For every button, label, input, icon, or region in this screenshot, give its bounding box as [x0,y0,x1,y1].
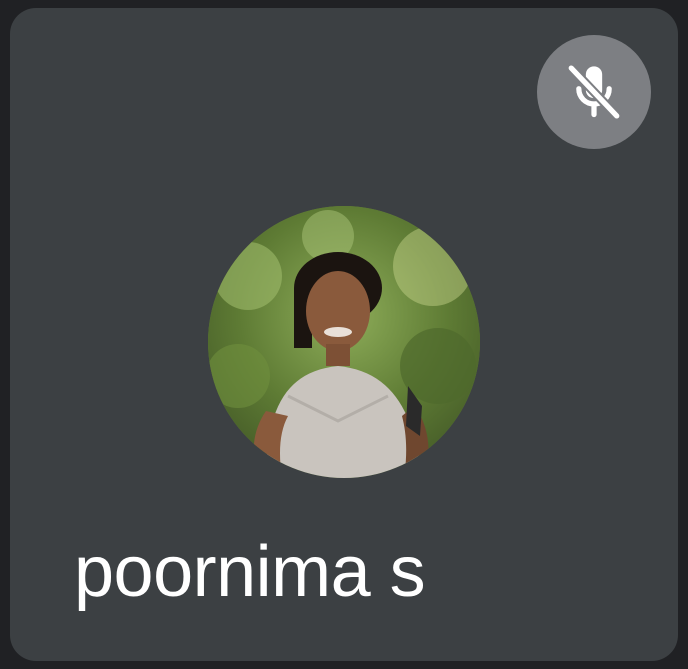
participant-photo [208,206,480,478]
participant-avatar [208,206,480,478]
mic-muted-indicator [537,35,651,149]
participant-tile[interactable]: poornima s [10,8,678,661]
participant-name: poornima s [74,532,426,612]
mic-off-icon [566,63,622,121]
